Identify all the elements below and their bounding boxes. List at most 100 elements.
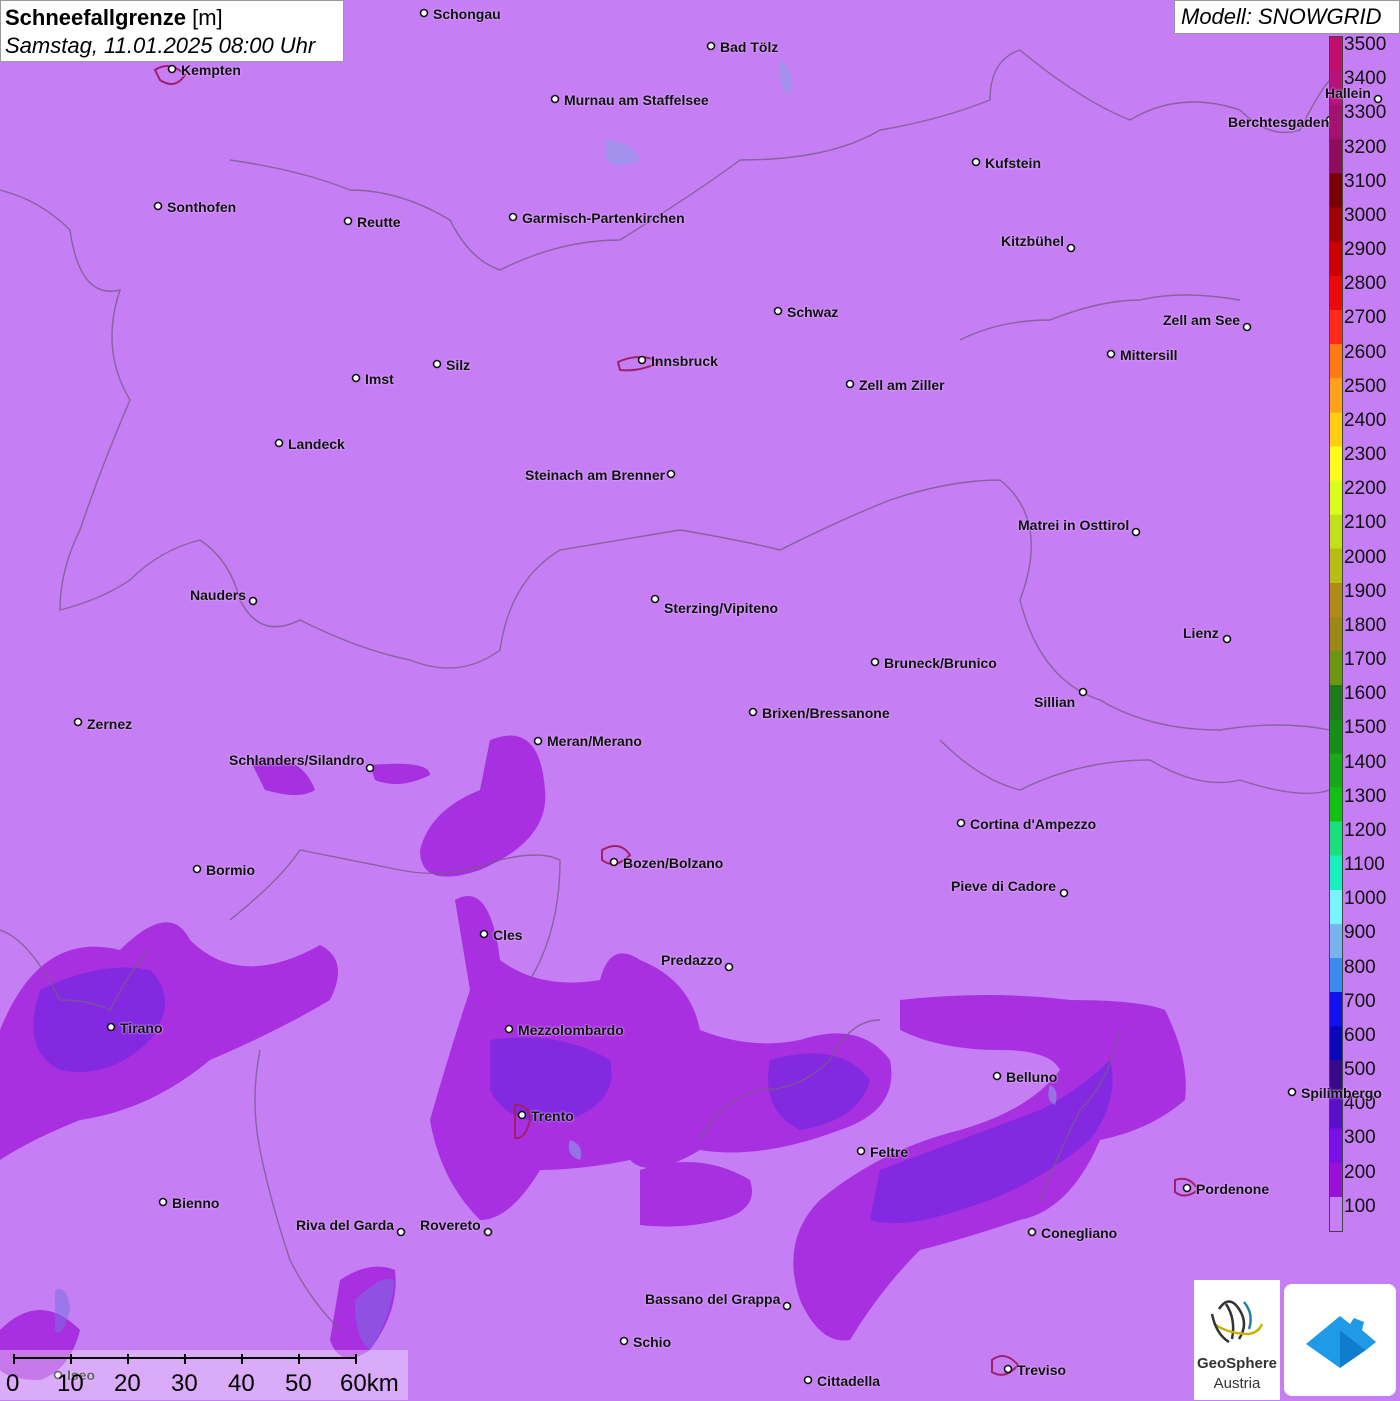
city-marker [748,707,758,717]
city-label: Riva del Garda [296,1217,395,1233]
legend-label: 1000 [1344,888,1387,910]
city-marker [167,64,177,74]
city-label: Zernez [87,716,133,732]
city-label: Pordenone [1196,1181,1270,1197]
title-box: Schneefallgrenze [m] Samstag, 11.01.2025… [0,0,344,62]
scale-label: 60km [340,1370,399,1397]
city-marker [479,929,489,939]
legend-label: 2600 [1344,341,1387,363]
scale-bar: 0 10 20 30 40 50 60km [0,1350,408,1400]
city-marker [504,1024,514,1034]
legend-label: 3500 [1344,34,1387,55]
city-label: Pieve di Cadore [951,878,1057,894]
city-marker [724,962,734,972]
city-label: Bienno [172,1195,220,1211]
city-marker [706,41,716,51]
city-marker [1131,527,1141,537]
scale-label: 50 [285,1370,312,1397]
legend-label: 2100 [1344,512,1387,534]
app-logo[interactable] [1284,1284,1396,1396]
city-label: Sonthofen [167,199,237,215]
legend-label: 2300 [1344,444,1387,466]
city-label: Schio [633,1334,672,1350]
city-label: Belluno [1006,1069,1058,1085]
city-label: Matrei in Osttirol [1018,517,1130,533]
city-marker [1222,634,1232,644]
model-label: Modell: SNOWGRID [1174,0,1400,34]
city-label: Kitzbühel [1001,233,1064,249]
city-marker [1027,1227,1037,1237]
city-marker [773,306,783,316]
legend-label: 3300 [1344,102,1387,124]
city-label: Schwaz [787,304,839,320]
city-marker [637,355,647,365]
city-label: Conegliano [1041,1225,1118,1241]
city-label: Schlanders/Silandro [229,752,365,768]
city-marker [1003,1364,1013,1374]
city-label: Cles [493,927,523,943]
city-marker [956,818,966,828]
city-label: Bormio [206,862,255,878]
legend-label: 900 [1344,922,1376,944]
city-marker [609,857,619,867]
city-marker [1078,687,1088,697]
legend-label: 300 [1344,1127,1376,1149]
city-marker [550,94,560,104]
legend-label: 1300 [1344,785,1387,807]
city-label: Cortina d'Ampezzo [970,816,1097,832]
city-label: Innsbruck [651,353,718,369]
legend-label: 100 [1344,1195,1376,1217]
city-label: Trento [531,1108,574,1124]
city-marker [1066,243,1076,253]
city-label: Nauders [190,587,247,603]
legend-label: 2400 [1344,409,1387,431]
city-marker [1287,1087,1297,1097]
city-marker [650,594,660,604]
scale-label: 20 [114,1370,141,1397]
legend-color-bar [1329,36,1343,1232]
legend-label: 2500 [1344,375,1387,397]
city-label: Bruneck/Brunico [884,655,997,671]
city-marker [396,1227,406,1237]
city-marker [1182,1183,1192,1193]
city-label: Imst [365,371,394,387]
city-label: Rovereto [420,1217,481,1233]
city-marker [845,379,855,389]
city-marker [192,864,202,874]
city-label: Bassano del Grappa [645,1291,781,1307]
city-label: Sterzing/Vipiteno [664,600,779,616]
city-marker [508,212,518,222]
legend-label: 700 [1344,990,1376,1012]
city-label: Berchtesgaden [1228,114,1330,130]
legend-label: 600 [1344,1024,1376,1046]
logo-line-2: Austria [1213,1375,1261,1392]
city-marker [351,373,361,383]
title-unit: [m] [192,5,223,30]
legend-label: 3100 [1344,170,1387,192]
forecast-date: Samstag, 11.01.2025 08:00 Uhr [5,33,316,58]
legend-label: 500 [1344,1059,1376,1081]
legend-label: 3000 [1344,204,1387,226]
city-marker [666,469,676,479]
city-marker [432,359,442,369]
city-marker [1059,888,1069,898]
scale-label: 0 [6,1370,20,1397]
city-label: Spilimbergo [1301,1085,1382,1101]
city-label: Kufstein [985,155,1041,171]
city-marker [782,1301,792,1311]
city-label: Schongau [433,6,501,22]
legend-label: 1400 [1344,751,1387,773]
city-label: Predazzo [661,952,723,968]
scale-label: 40 [228,1370,255,1397]
city-label: Bozen/Bolzano [623,855,724,871]
title-text: Schneefallgrenze [5,5,186,30]
geosphere-logo[interactable]: GeoSphere Austria [1194,1280,1280,1400]
city-label: Meran/Merano [547,733,642,749]
legend-label: 1700 [1344,649,1387,671]
city-marker [856,1146,866,1156]
city-marker [73,717,83,727]
city-label: Silz [446,357,471,373]
legend-label: 1600 [1344,683,1387,705]
city-label: Zell am Ziller [859,377,945,393]
city-label: Bad Tölz [720,39,779,55]
